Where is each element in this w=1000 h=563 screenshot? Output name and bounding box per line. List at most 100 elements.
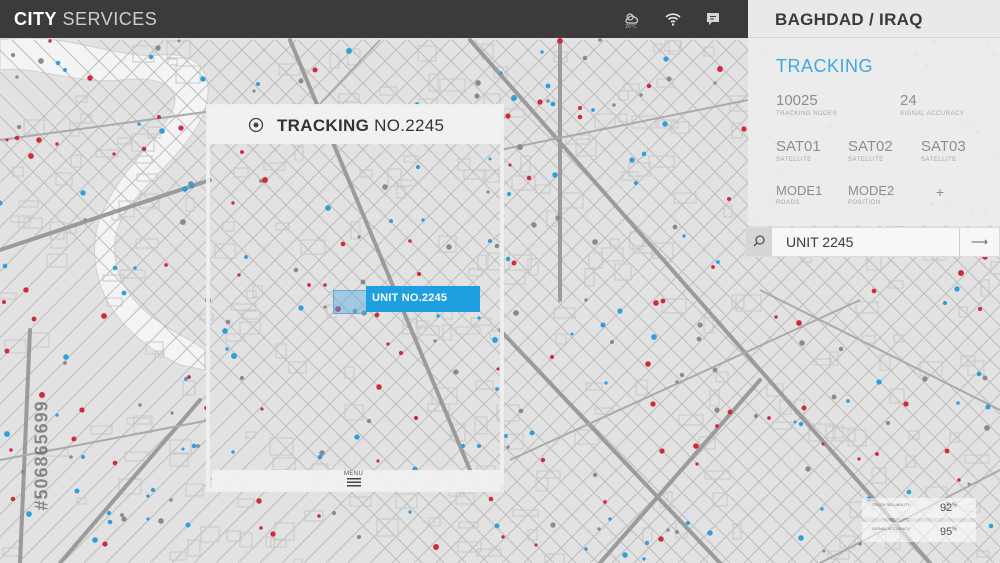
tracking-node-dot [501,535,505,539]
tracking-node-dot [312,67,318,73]
stat-label: TRACKING NODES [776,111,838,117]
tracking-node-dot [499,71,503,75]
tracking-node-dot [28,153,34,159]
tracking-node-dot [906,489,912,495]
tracking-node-dot [550,101,556,107]
unit-search: ⟶ [745,227,1000,257]
tracking-node-dot [189,183,195,189]
tracking-node-dot [693,443,699,449]
add-button[interactable]: + [936,184,944,200]
tracking-node-dot [55,60,61,66]
tracking-node-dot [679,372,685,378]
tracking-node-dot [663,56,669,62]
search-icon-box[interactable] [746,228,772,256]
tracking-node-dot [958,270,964,276]
tracking-node-dot [141,146,147,152]
tracking-node-dot [102,541,108,547]
target-icon [248,117,264,133]
tracking-node-dot [120,513,124,517]
tracking-node-dot [474,93,480,99]
tracking-node-dot [106,510,112,516]
tracking-node-dot [121,516,127,522]
search-input[interactable] [786,232,956,252]
tracking-node-dot [942,300,948,306]
metric-number: 95 [940,526,953,538]
stat-label: SATELLITE [848,157,884,163]
unit-label[interactable]: UNIT NO.2245 [366,286,480,312]
unit-location-marker[interactable] [333,290,367,314]
tracking-node-dot [796,320,802,326]
tracking-node-dot [506,445,510,449]
tracking-node-dot [577,114,583,120]
tracking-node-dot [331,510,337,516]
tracking-node-dot [252,89,256,93]
stat-tracking-nodes: 10025 TRACKING NODES [776,92,837,117]
tracking-node-dot [182,186,188,192]
metric-label: TRACK RELIABILITY [871,502,911,507]
stat-mode2[interactable]: MODE2 POSITION [848,183,894,206]
tracking-node-dot [695,462,699,466]
tracking-node-dot [146,517,150,521]
tracking-node-dot [517,144,523,150]
tracking-node-dot [604,381,608,385]
stat-sat01[interactable]: SAT01 SATELLITE [776,138,821,163]
search-go-button[interactable]: ⟶ [959,228,999,256]
tracking-node-dot [2,300,6,304]
metric-box [862,522,976,542]
tracking-node-dot [644,540,650,546]
tracking-node-dot [727,409,733,415]
tracking-node-dot [774,315,778,319]
tracking-node-dot [577,105,583,111]
tracking-node-dot [121,290,127,296]
tracking-node-dot [820,507,824,511]
menu-icon[interactable] [347,478,361,487]
tracking-node-dot [944,448,950,454]
stat-mode1[interactable]: MODE1 ROADS [776,183,822,206]
tracking-node-dot [697,322,703,328]
tracking-node-dot [408,510,412,514]
metric-value: 92% [940,502,957,514]
tracking-node-dot [982,375,988,381]
stat-label: POSITION [848,200,881,206]
stat-sat03[interactable]: SAT03 SATELLITE [921,138,966,163]
tracking-node-dot [584,547,588,551]
stock-id-watermark: #506865699 [31,400,52,511]
tracking-node-dot [508,163,512,167]
stat-value: SAT03 [921,138,966,155]
tracking-node-dot [831,394,837,400]
tracking-node-dot [633,180,639,186]
tracking-node-dot [801,405,807,411]
stat-sat02[interactable]: SAT02 SATELLITE [848,138,893,163]
tracking-node-dot [857,457,861,461]
app-title-light: SERVICES [62,9,158,29]
tracking-node-dot [805,466,811,472]
chat-icon[interactable] [704,10,722,28]
stat-value: SAT02 [848,138,893,155]
tracking-node-dot [600,322,606,328]
tracking-node-dot [169,498,173,502]
metric-box [862,498,976,518]
tracking-node-dot [798,535,804,541]
stat-label: SATELLITE [921,157,957,163]
tracking-node-dot [191,443,197,449]
tracking-node-dot [10,52,16,58]
card-menu-bar[interactable]: MENU [212,470,500,490]
tracking-node-dot [672,224,678,230]
tracking-node-dot [505,113,511,119]
tracking-node-dot [148,54,154,60]
wifi-icon[interactable] [664,10,682,28]
tracking-node-dot [922,376,928,382]
tracking-node-dot [15,75,19,79]
metric-label: SIGNAL ACCURACY [872,526,910,531]
tracking-node-dot [16,124,22,130]
tracking-node-dot [184,377,188,381]
tracking-node-dot [609,339,615,345]
tracking-node-dot [5,138,9,142]
tracking-node-dot [518,408,524,414]
tracking-node-dot [164,263,168,267]
tracking-node-dot [63,354,69,360]
tracking-node-dot [716,260,720,264]
tracking-node-dot [612,103,616,107]
tracking-node-dot [170,411,174,415]
tracking-node-dot [505,256,511,262]
